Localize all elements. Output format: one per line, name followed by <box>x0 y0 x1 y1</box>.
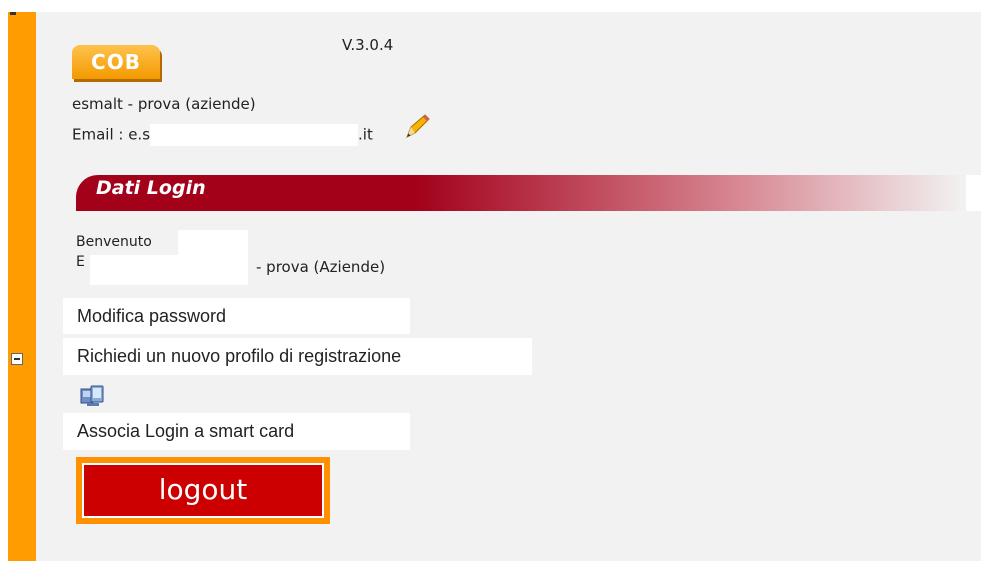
welcome-redaction-2 <box>90 255 248 285</box>
smartcard-link[interactable]: Associa Login a smart card <box>63 413 410 450</box>
logout-button[interactable]: logout <box>82 463 324 518</box>
cob-logo: COB <box>72 45 160 79</box>
computer-icon[interactable] <box>78 383 106 409</box>
email-suffix: .it <box>358 125 373 144</box>
welcome-line2-suffix: - prova (Aziende) <box>256 258 386 276</box>
collapse-icon[interactable] <box>11 353 23 365</box>
pencil-icon[interactable] <box>403 113 431 141</box>
version-label: V.3.0.4 <box>342 36 394 54</box>
new-profile-link[interactable]: Richiedi un nuovo profilo di registrazio… <box>63 338 532 375</box>
sidebar <box>8 12 36 561</box>
welcome-line1: Benvenuto <box>76 234 152 250</box>
company-name: esmalt - prova (aziende) <box>72 95 256 113</box>
email-prefix: Email : e.s <box>72 125 151 144</box>
section-end-gap <box>966 175 981 211</box>
section-header-bar <box>76 175 966 211</box>
welcome-redaction-1 <box>178 230 248 256</box>
logout-button-frame: logout <box>76 457 330 524</box>
section-title: Dati Login <box>96 177 206 199</box>
sidebar-marker <box>10 12 16 15</box>
email-redaction <box>150 124 359 146</box>
change-password-link[interactable]: Modifica password <box>63 298 410 334</box>
email-row: Email : e.s .it <box>72 124 373 146</box>
top-strip <box>0 0 981 12</box>
